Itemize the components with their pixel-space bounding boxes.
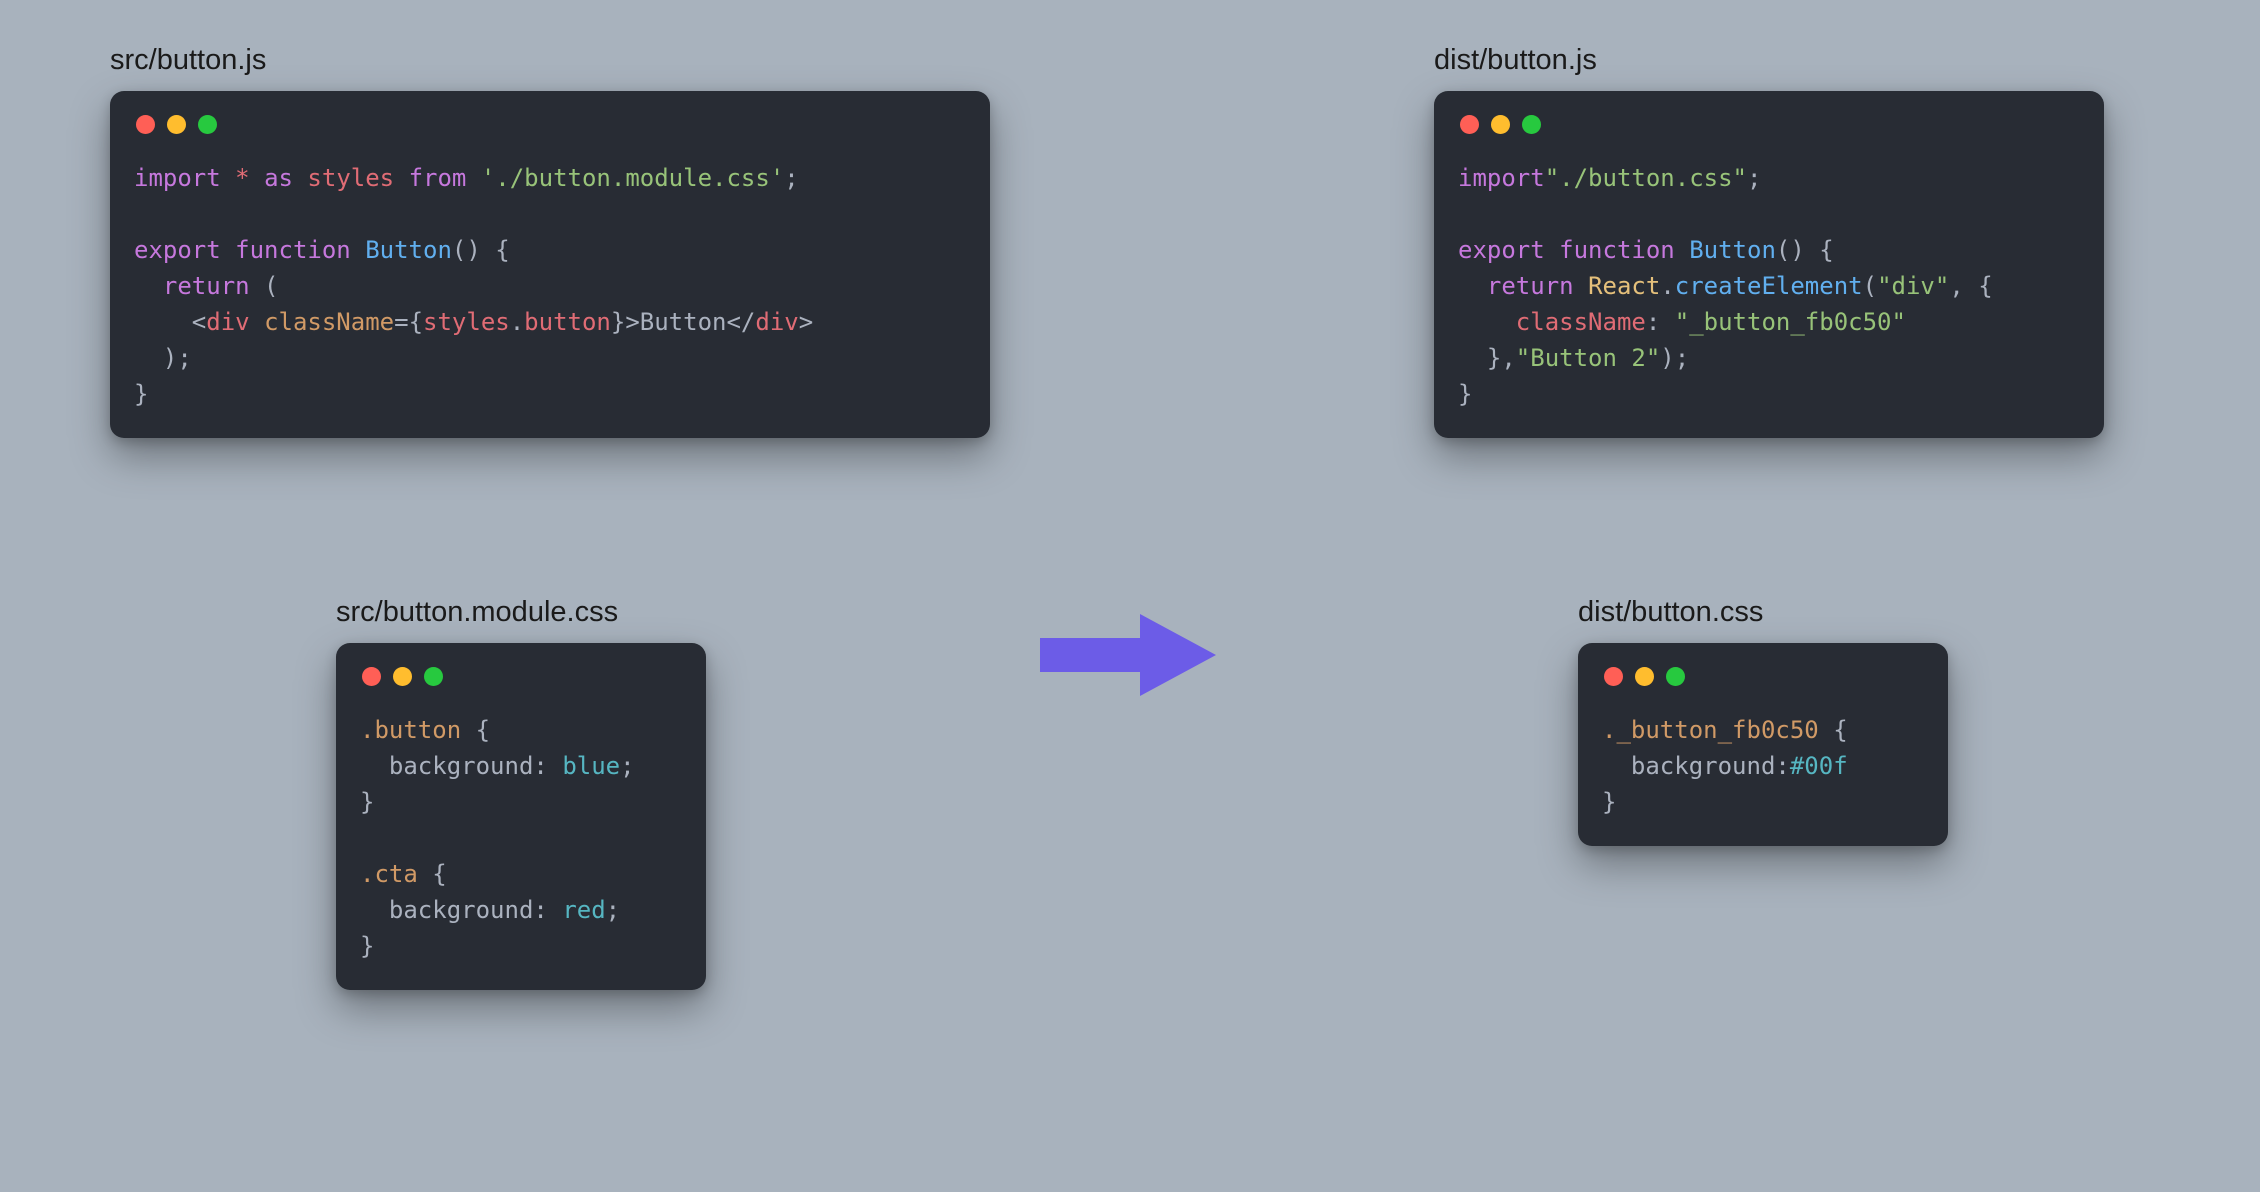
dist-css-window: ._button_fb0c50 { background:#00f } xyxy=(1578,643,1948,846)
src-js-filename: src/button.js xyxy=(110,44,990,77)
src-css-panel: src/button.module.css .button { backgrou… xyxy=(336,596,706,990)
traffic-lights xyxy=(1604,667,1924,686)
src-js-window: import * as styles from './button.module… xyxy=(110,91,990,438)
maximize-icon xyxy=(1522,115,1541,134)
close-icon xyxy=(1460,115,1479,134)
src-css-filename: src/button.module.css xyxy=(336,596,706,629)
dist-js-code: import"./button.css"; export function Bu… xyxy=(1458,160,2080,412)
maximize-icon xyxy=(424,667,443,686)
minimize-icon xyxy=(1491,115,1510,134)
dist-css-filename: dist/button.css xyxy=(1578,596,1948,629)
src-js-panel: src/button.js import * as styles from '.… xyxy=(110,44,990,438)
close-icon xyxy=(1604,667,1623,686)
close-icon xyxy=(362,667,381,686)
maximize-icon xyxy=(1666,667,1685,686)
maximize-icon xyxy=(198,115,217,134)
traffic-lights xyxy=(362,667,682,686)
dist-css-code: ._button_fb0c50 { background:#00f } xyxy=(1602,712,1924,820)
minimize-icon xyxy=(393,667,412,686)
minimize-icon xyxy=(167,115,186,134)
dist-js-filename: dist/button.js xyxy=(1434,44,2104,77)
close-icon xyxy=(136,115,155,134)
traffic-lights xyxy=(1460,115,2080,134)
dist-js-window: import"./button.css"; export function Bu… xyxy=(1434,91,2104,438)
dist-js-panel: dist/button.js import"./button.css"; exp… xyxy=(1434,44,2104,438)
traffic-lights xyxy=(136,115,966,134)
minimize-icon xyxy=(1635,667,1654,686)
src-css-code: .button { background: blue; } .cta { bac… xyxy=(360,712,682,964)
dist-css-panel: dist/button.css ._button_fb0c50 { backgr… xyxy=(1578,596,1948,846)
src-js-code: import * as styles from './button.module… xyxy=(134,160,966,412)
arrow-right-icon xyxy=(1040,600,1220,710)
src-css-window: .button { background: blue; } .cta { bac… xyxy=(336,643,706,990)
